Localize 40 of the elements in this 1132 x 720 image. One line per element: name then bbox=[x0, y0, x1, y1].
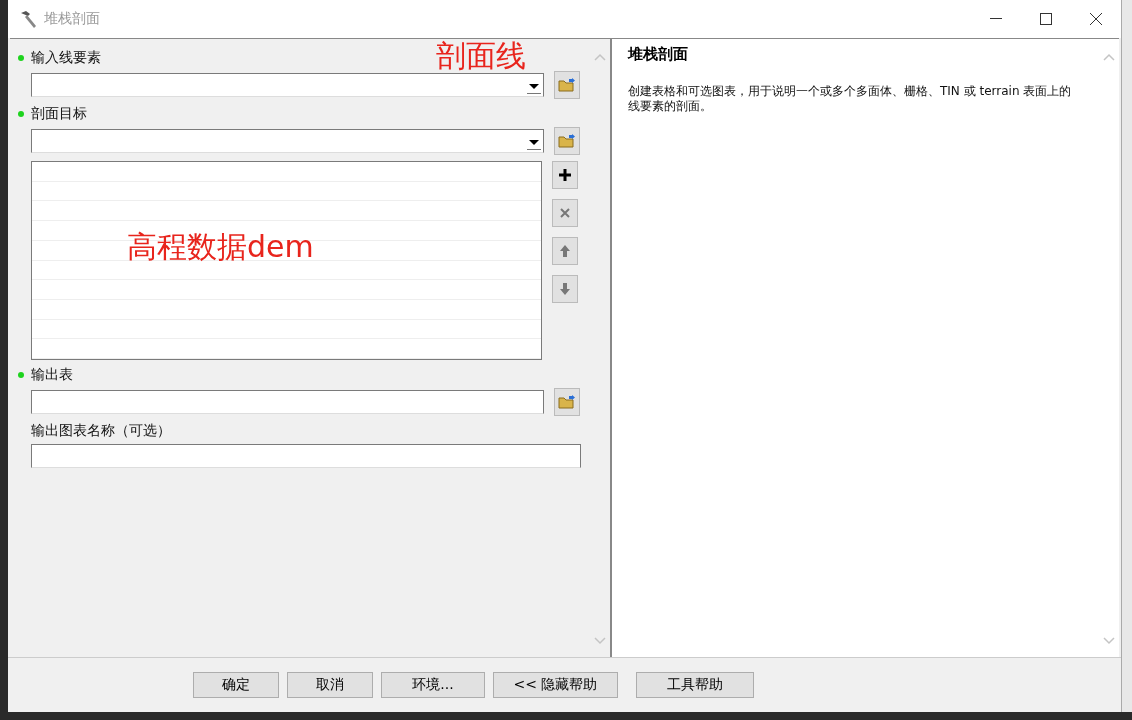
plus-icon bbox=[558, 168, 572, 182]
move-up-button[interactable] bbox=[552, 237, 578, 265]
dialog-button[interactable]: 确定 bbox=[193, 672, 279, 698]
annotation-text: 高程数据dem bbox=[127, 232, 314, 262]
close-icon bbox=[1090, 13, 1102, 25]
browse-button[interactable] bbox=[554, 388, 580, 416]
caret-icon bbox=[529, 83, 539, 89]
minimize-icon bbox=[990, 18, 1002, 20]
dropdown-field[interactable] bbox=[31, 129, 544, 153]
help-text: 创建表格和可选图表，用于说明一个或多个多面体、栅格、TIN 或 terrain 表面上的线要素的剖面。 bbox=[628, 84, 1073, 114]
dialog-button[interactable]: << 隐藏帮助 bbox=[493, 672, 618, 698]
field-label: 输出表 bbox=[31, 366, 73, 384]
input-field[interactable] bbox=[31, 444, 581, 468]
field-label: 剖面目标 bbox=[31, 105, 87, 123]
scroll-up-icon[interactable] bbox=[1103, 53, 1115, 61]
remove-button[interactable] bbox=[552, 199, 578, 227]
folder-icon bbox=[558, 394, 576, 410]
arrow-down-icon bbox=[559, 282, 571, 296]
help-title: 堆栈剖面 bbox=[628, 45, 689, 64]
field-label: 输入线要素 bbox=[31, 49, 101, 67]
folder-icon bbox=[558, 77, 576, 93]
dialog-button[interactable]: 取消 bbox=[287, 672, 373, 698]
dropdown-field[interactable] bbox=[31, 73, 544, 97]
browse-button[interactable] bbox=[554, 127, 580, 155]
close-icon bbox=[560, 208, 570, 218]
folder-icon bbox=[558, 133, 576, 149]
scroll-down-icon[interactable] bbox=[1103, 637, 1115, 645]
field-label: 输出图表名称（可选） bbox=[31, 422, 171, 440]
arrow-up-icon bbox=[559, 244, 571, 258]
dialog-button[interactable]: 工具帮助 bbox=[636, 672, 754, 698]
browse-button[interactable] bbox=[554, 71, 580, 99]
dialog-button[interactable]: 环境... bbox=[381, 672, 485, 698]
maximize-icon bbox=[1040, 13, 1052, 25]
window-title: 堆栈剖面 bbox=[44, 10, 101, 28]
caret-icon bbox=[529, 139, 539, 145]
add-button[interactable] bbox=[552, 161, 578, 189]
input-field[interactable] bbox=[31, 390, 544, 414]
annotation-text: 剖面线 bbox=[436, 41, 526, 71]
move-down-button[interactable] bbox=[552, 275, 578, 303]
value-list[interactable]: 高程数据dem bbox=[31, 161, 542, 360]
